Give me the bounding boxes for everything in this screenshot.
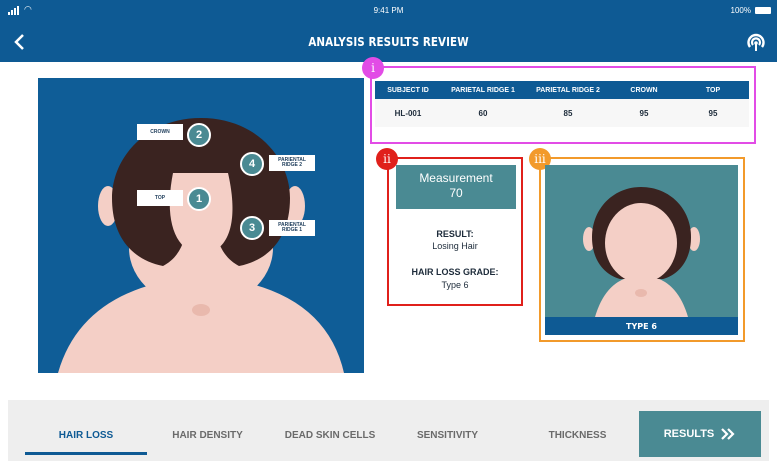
hair-loss-grade-value: Type 6 — [441, 280, 469, 290]
battery-percent: 100% — [730, 6, 751, 15]
measurement-value: 70 — [449, 186, 463, 200]
cell-parietal-ridge-1: 60 — [478, 108, 488, 118]
point-label-top: TOP — [137, 190, 183, 206]
sensor-signal-icon[interactable] — [745, 32, 767, 54]
type-head-illustration — [583, 187, 700, 317]
result-value: Losing Hair — [432, 241, 478, 251]
status-bar: ◠ 9:41 PM 100% — [0, 0, 777, 22]
tab-thickness[interactable]: THICKNESS — [520, 415, 635, 455]
cell-parietal-ridge-2: 85 — [563, 108, 573, 118]
table-row: HL-001 60 85 95 95 — [375, 99, 749, 127]
point-marker-crown[interactable]: 2 — [187, 123, 211, 147]
cell-top: 95 — [708, 108, 718, 118]
col-crown: CROWN — [630, 86, 658, 94]
measurement-label: Measurement — [419, 171, 493, 185]
battery-icon — [755, 7, 771, 14]
results-button[interactable]: RESULTS — [639, 411, 761, 457]
marker-ii: ii — [376, 148, 398, 170]
col-top: TOP — [705, 86, 721, 94]
app-header: ANALYSIS RESULTS REVIEW — [0, 22, 777, 62]
results-button-label: RESULTS — [663, 428, 715, 440]
hair-type-illustration — [545, 165, 738, 317]
point-marker-top[interactable]: 1 — [187, 187, 211, 211]
col-parietal-ridge-1: PARIETAL RIDGE 1 — [451, 86, 515, 94]
hair-type-caption: TYPE 6 — [545, 317, 738, 335]
tab-hair-density[interactable]: HAIR DENSITY — [150, 415, 265, 455]
tab-sensitivity[interactable]: SENSITIVITY — [395, 415, 500, 455]
double-chevron-right-icon — [721, 428, 735, 440]
tab-dead-skin-cells[interactable]: DEAD SKIN CELLS — [270, 415, 390, 455]
marker-i: i — [362, 57, 384, 79]
cell-subject-id: HL-001 — [394, 108, 422, 118]
status-time: 9:41 PM — [373, 6, 404, 15]
page-title: ANALYSIS RESULTS REVIEW — [308, 35, 469, 49]
results-table-header: SUBJECT ID PARIETAL RIDGE 1 PARIETAL RID… — [375, 81, 749, 99]
point-marker-parietal-ridge-2[interactable]: 4 — [240, 152, 264, 176]
hair-loss-grade-label: HAIR LOSS GRADE: — [411, 267, 499, 277]
point-label-crown: CROWN — [137, 124, 183, 140]
point-marker-parietal-ridge-1[interactable]: 3 — [240, 216, 264, 240]
point-label-parietal-ridge-2: PARIENTAL RIDGE 2 — [269, 155, 315, 171]
result-label: RESULT: — [436, 229, 474, 239]
cell-crown: 95 — [639, 108, 649, 118]
active-tab-indicator — [25, 452, 147, 455]
chevron-left-icon[interactable] — [10, 32, 30, 52]
col-parietal-ridge-2: PARIETAL RIDGE 2 — [536, 86, 600, 94]
measurement-card: Measurement 70 — [396, 165, 516, 209]
tab-hair-loss[interactable]: HAIR LOSS — [25, 415, 147, 455]
point-label-parietal-ridge-1: PARIENTAL RIDGE 1 — [269, 220, 315, 236]
col-subject-id: SUBJECT ID — [387, 86, 429, 94]
